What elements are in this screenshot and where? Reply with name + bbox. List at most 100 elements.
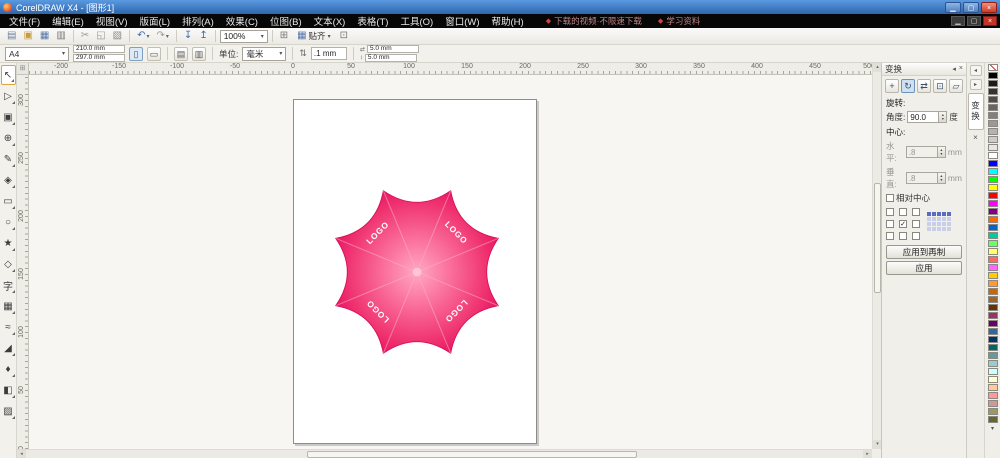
tool-rectangle[interactable]: ▭ — [1, 191, 16, 211]
menu-item-11[interactable]: 帮助(H) — [485, 14, 529, 28]
toolbar-options-button[interactable]: ⊡ — [337, 29, 351, 44]
units-select[interactable]: 毫米 ▾ — [242, 46, 287, 61]
color-swatch[interactable] — [987, 144, 998, 151]
v-scroll-thumb[interactable] — [874, 183, 881, 293]
color-swatch[interactable] — [987, 344, 998, 351]
doc-close-button[interactable]: × — [983, 16, 997, 26]
tool-shape[interactable]: ▷ — [1, 86, 16, 106]
strip-close-icon[interactable]: × — [973, 133, 978, 142]
color-swatch[interactable] — [987, 128, 998, 135]
h-scroll-thumb[interactable] — [307, 451, 637, 458]
anchor-checkbox[interactable] — [886, 208, 894, 216]
center-v-input[interactable]: .8 — [905, 172, 938, 184]
spinner[interactable]: ▴ ▾ — [939, 111, 948, 123]
toolbar-open-button[interactable]: ▣ — [20, 29, 35, 44]
tool-polygon[interactable]: ★ — [1, 233, 16, 253]
tool-crop[interactable]: ▣ — [1, 107, 16, 127]
color-swatch[interactable] — [987, 352, 998, 359]
color-swatch[interactable] — [987, 272, 998, 279]
duplicate-h-input[interactable]: 5.0 mm — [366, 45, 419, 53]
color-swatch[interactable] — [987, 312, 998, 319]
scroll-right-icon[interactable]: ▸ — [863, 450, 872, 458]
tool-fill[interactable]: ◧ — [1, 380, 16, 400]
anchor-checkbox[interactable] — [912, 220, 920, 228]
restore-button[interactable]: ▢ — [963, 1, 979, 13]
color-swatch[interactable] — [987, 64, 998, 71]
color-swatch[interactable] — [987, 104, 998, 111]
docker-collapse-icon[interactable]: ◂ — [952, 65, 956, 73]
color-swatch[interactable] — [987, 168, 998, 175]
color-swatch[interactable] — [987, 320, 998, 327]
toolbar-launcher-button[interactable]: ⊞ — [277, 29, 291, 44]
anchor-checkbox[interactable] — [912, 208, 920, 216]
color-swatch[interactable] — [987, 80, 998, 87]
color-swatch[interactable] — [987, 248, 998, 255]
toolbar-paste-button[interactable]: ▧ — [110, 29, 125, 44]
h-scrollbar[interactable]: ◂ ▸ — [17, 449, 872, 458]
overlay-bookmark-0[interactable]: ◆ 下载的视频·不限速下载 — [546, 15, 642, 27]
menu-item-8[interactable]: 表格(T) — [351, 14, 394, 28]
snap-to-dropdown[interactable]: ▦ 贴齐 ▾ — [292, 29, 335, 43]
menu-item-1[interactable]: 编辑(E) — [46, 14, 90, 28]
relative-center-checkbox[interactable] — [886, 194, 894, 202]
color-swatch[interactable] — [987, 72, 998, 79]
color-swatch[interactable] — [987, 136, 998, 143]
color-swatch[interactable] — [987, 96, 998, 103]
tool-pick[interactable]: ↖ — [0, 65, 16, 85]
tool-smart-fill[interactable]: ◈ — [1, 170, 16, 190]
color-swatch[interactable] — [987, 160, 998, 167]
color-swatch[interactable] — [987, 216, 998, 223]
anchor-checkbox[interactable] — [886, 232, 894, 240]
spinner[interactable]: ▴ ▾ — [937, 146, 946, 158]
center-h-input[interactable]: .8 — [905, 146, 938, 158]
color-swatch[interactable] — [987, 280, 998, 287]
transform-tab-scale-mirror[interactable]: ⇄ — [917, 79, 931, 93]
zoom-level-combo[interactable]: 100% ▾ — [219, 29, 268, 43]
color-swatch[interactable] — [987, 200, 998, 207]
tool-freehand[interactable]: ✎ — [1, 149, 16, 169]
toolbar-copy-button[interactable]: ◱ — [93, 29, 108, 44]
tool-outline[interactable]: ♦ — [1, 359, 16, 379]
color-swatch[interactable] — [987, 376, 998, 383]
scroll-left-icon[interactable]: ◂ — [17, 450, 26, 458]
duplicate-v-input[interactable]: 5.0 mm — [364, 54, 417, 62]
current-page-button[interactable]: ▥ — [192, 46, 206, 61]
nudge-input[interactable]: .1 mm — [310, 47, 347, 60]
color-swatch[interactable] — [987, 400, 998, 407]
portrait-button[interactable]: ▯ — [129, 46, 143, 61]
tool-interactive-fill[interactable]: ▨ — [1, 401, 16, 421]
transform-tab-skew[interactable]: ▱ — [949, 79, 963, 93]
color-swatch[interactable] — [987, 360, 998, 367]
tool-eyedropper[interactable]: ◢ — [1, 338, 16, 358]
color-swatch[interactable] — [987, 392, 998, 399]
menu-item-5[interactable]: 效果(C) — [220, 14, 264, 28]
paper-height-input[interactable]: 297.0 mm — [73, 54, 125, 62]
all-pages-button[interactable]: ▤ — [174, 46, 188, 61]
color-swatch[interactable] — [987, 384, 998, 391]
toolbar-import-button[interactable]: ↧ — [181, 29, 195, 44]
transform-tab-position[interactable]: + — [885, 79, 899, 93]
color-swatch[interactable] — [987, 152, 998, 159]
paper-width-input[interactable]: 210.0 mm — [73, 45, 125, 53]
anchor-checkbox[interactable] — [899, 232, 907, 240]
apply-to-duplicate-button[interactable]: 应用到再制 — [886, 245, 962, 259]
tool-table[interactable]: ▦ — [1, 296, 16, 316]
color-swatch[interactable] — [987, 328, 998, 335]
tool-ellipse[interactable]: ○ — [1, 212, 16, 232]
toolbar-save-button[interactable]: ▦ — [37, 29, 52, 44]
overlay-bookmark-1[interactable]: ◆ 学习资料 — [658, 15, 700, 27]
toolbar-export-button[interactable]: ↥ — [196, 29, 210, 44]
color-swatch[interactable] — [987, 296, 998, 303]
tool-blend[interactable]: ≈ — [1, 317, 16, 337]
menu-item-2[interactable]: 视图(V) — [90, 14, 134, 28]
anchor-checkbox[interactable] — [912, 232, 920, 240]
palette-down-icon[interactable]: ▾ — [991, 425, 994, 432]
anchor-checkbox[interactable]: ✓ — [899, 220, 907, 228]
toolbar-new-button[interactable]: ▤ — [4, 29, 19, 44]
v-ruler[interactable]: 300 250 200 150 100 50 0 — [17, 75, 29, 449]
color-swatch[interactable] — [987, 336, 998, 343]
color-swatch[interactable] — [987, 416, 998, 423]
color-swatch[interactable] — [987, 224, 998, 231]
menu-item-10[interactable]: 窗口(W) — [439, 14, 485, 28]
menu-item-4[interactable]: 排列(A) — [176, 14, 220, 28]
